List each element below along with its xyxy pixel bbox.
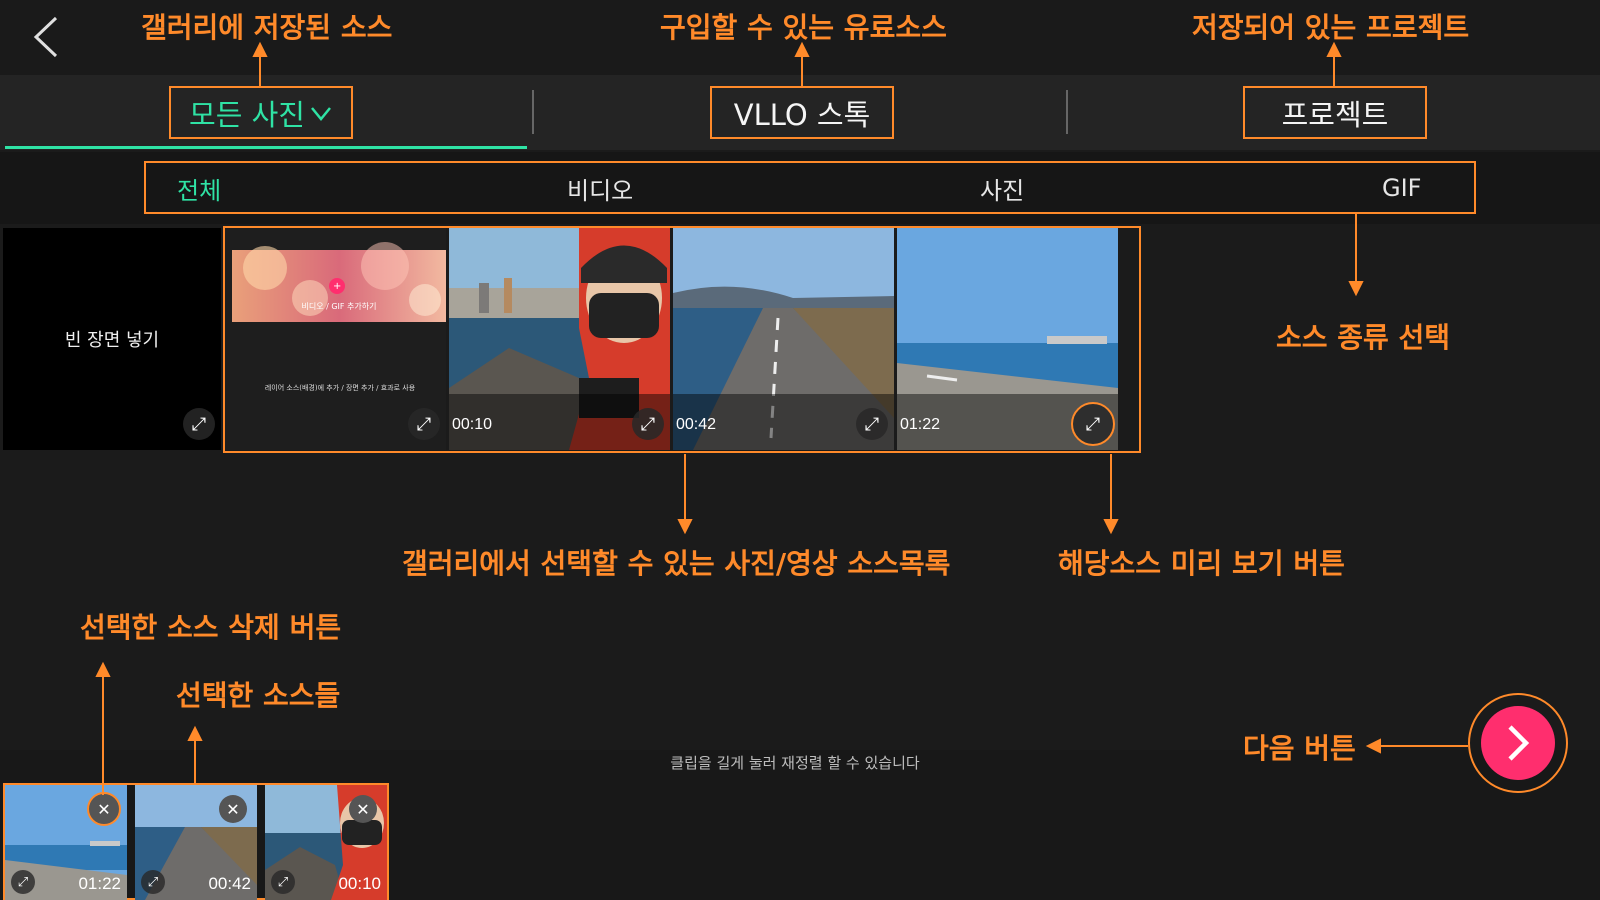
video-duration: 00:42 <box>676 416 717 433</box>
annotation-source-type: 소스 종류 선택 <box>1276 321 1451 354</box>
annotation-selected-sources: 선택한 소스들 <box>176 679 341 712</box>
chevron-down-icon <box>311 106 331 121</box>
expand-icon[interactable]: ⤢ <box>408 408 440 440</box>
annotation-next-button: 다음 버튼 <box>1243 732 1356 765</box>
chevron-right-icon <box>1508 725 1530 761</box>
expand-icon[interactable]: ⤢ <box>11 870 35 894</box>
next-button[interactable] <box>1481 706 1555 780</box>
expand-icon[interactable]: ⤢ <box>271 870 295 894</box>
selected-duration: 01:22 <box>78 874 121 893</box>
selected-item-3[interactable]: ✕ ⤢ 00:10 <box>265 785 387 900</box>
active-tab-indicator <box>5 146 527 149</box>
selected-item-2[interactable]: ✕ ⤢ 00:42 <box>135 785 257 900</box>
preview-expand-icon[interactable]: ⤢ <box>1071 402 1115 446</box>
gallery-item-video-2[interactable]: 00:42 ⤢ <box>673 228 894 450</box>
gallery-item-add-promo[interactable]: + 비디오 / GIF 추가하기 레이어 소스(배경)에 추가 / 장면 추가 … <box>225 228 446 450</box>
video-duration: 01:22 <box>900 416 941 433</box>
annotation-gallery-saved: 갤러리에 저장된 소스 <box>141 11 393 44</box>
remove-selected-button[interactable]: ✕ <box>219 795 247 823</box>
filter-video[interactable]: 비디오 <box>567 166 633 210</box>
tab-all-photos[interactable]: 모든 사진 <box>169 86 353 139</box>
insert-blank-scene-label: 빈 장면 넣기 <box>64 330 160 351</box>
expand-icon[interactable]: ⤢ <box>632 408 664 440</box>
gallery-item-video-1[interactable]: 00:10 ⤢ <box>449 228 670 450</box>
expand-icon[interactable]: ⤢ <box>856 408 888 440</box>
filter-gif[interactable]: GIF <box>1382 166 1421 210</box>
tab-project[interactable]: 프로젝트 <box>1243 86 1427 139</box>
annotation-saved-project: 저장되어 있는 프로젝트 <box>1192 11 1470 44</box>
svg-text:+: + <box>333 281 341 292</box>
annotation-paid-source: 구입할 수 있는 유료소스 <box>660 11 947 44</box>
gallery-item-video-3[interactable]: 01:22 ⤢ <box>897 228 1118 450</box>
annotation-gallery-list: 갤러리에서 선택할 수 있는 사진/영상 소스목록 <box>402 547 951 580</box>
filter-all[interactable]: 전체 <box>177 166 221 210</box>
remove-selected-button[interactable]: ✕ <box>349 795 377 823</box>
tab-vllo-stock-label: VLLO 스톡 <box>733 97 871 132</box>
back-button[interactable] <box>28 14 64 60</box>
chevron-left-icon <box>33 16 58 58</box>
tab-all-photos-label: 모든 사진 <box>189 97 305 132</box>
source-type-highlight <box>144 161 1476 214</box>
annotation-preview-button: 해당소스 미리 보기 버튼 <box>1058 547 1345 580</box>
promo-title: 비디오 / GIF 추가하기 <box>301 302 377 311</box>
tab-project-label: 프로젝트 <box>1281 97 1389 132</box>
selected-item-1[interactable]: ✕ ⤢ 01:22 <box>5 785 127 900</box>
annotation-delete-button: 선택한 소스 삭제 버튼 <box>80 611 342 644</box>
insert-blank-scene[interactable]: 빈 장면 넣기 ⤢ <box>3 228 221 450</box>
expand-icon[interactable]: ⤢ <box>141 870 165 894</box>
video-duration: 00:10 <box>452 416 493 433</box>
expand-icon[interactable]: ⤢ <box>183 408 215 440</box>
remove-selected-button[interactable]: ✕ <box>87 792 121 826</box>
selected-duration: 00:42 <box>208 874 251 893</box>
selected-duration: 00:10 <box>338 874 381 893</box>
filter-photo[interactable]: 사진 <box>980 166 1024 210</box>
tab-vllo-stock[interactable]: VLLO 스톡 <box>710 86 894 139</box>
promo-description: 레이어 소스(배경)에 추가 / 장면 추가 / 효과로 사용 <box>264 384 416 392</box>
tab-divider <box>532 90 534 134</box>
tab-divider <box>1066 90 1068 134</box>
